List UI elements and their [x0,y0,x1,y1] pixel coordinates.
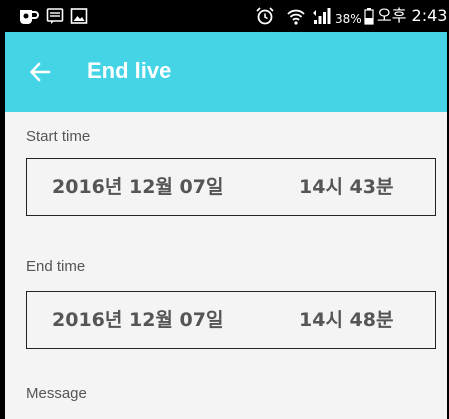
end-time-field[interactable]: 2016년 12월 07일 14시 48분 [26,291,436,349]
start-time-field[interactable]: 2016년 12월 07일 14시 43분 [26,158,436,216]
start-time-value[interactable]: 14시 43분 [299,175,393,199]
status-bar: 38% 오후 2:43 [5,0,447,32]
clock: 오후 2:43 [377,6,447,25]
screen: 38% 오후 2:43 End live Start time 2016년 12… [5,0,447,419]
end-time-label: End time [26,258,86,275]
signal-icon [311,5,333,27]
start-time-label: Start time [26,128,91,145]
app-bar: End live [5,32,447,112]
end-time-value[interactable]: 14시 48분 [299,308,393,332]
start-date-value[interactable]: 2016년 12월 07일 [52,175,223,199]
wifi-icon [285,5,307,27]
image-icon [69,5,89,27]
page-title: End live [87,58,172,83]
battery-icon [363,5,375,27]
message-label: Message [26,385,87,402]
back-arrow-icon[interactable] [27,56,53,88]
app-notification-icon [17,5,41,27]
alarm-icon [254,5,276,27]
battery-percent: 38% [335,12,362,26]
end-date-value[interactable]: 2016년 12월 07일 [52,308,223,332]
message-icon [45,5,65,27]
